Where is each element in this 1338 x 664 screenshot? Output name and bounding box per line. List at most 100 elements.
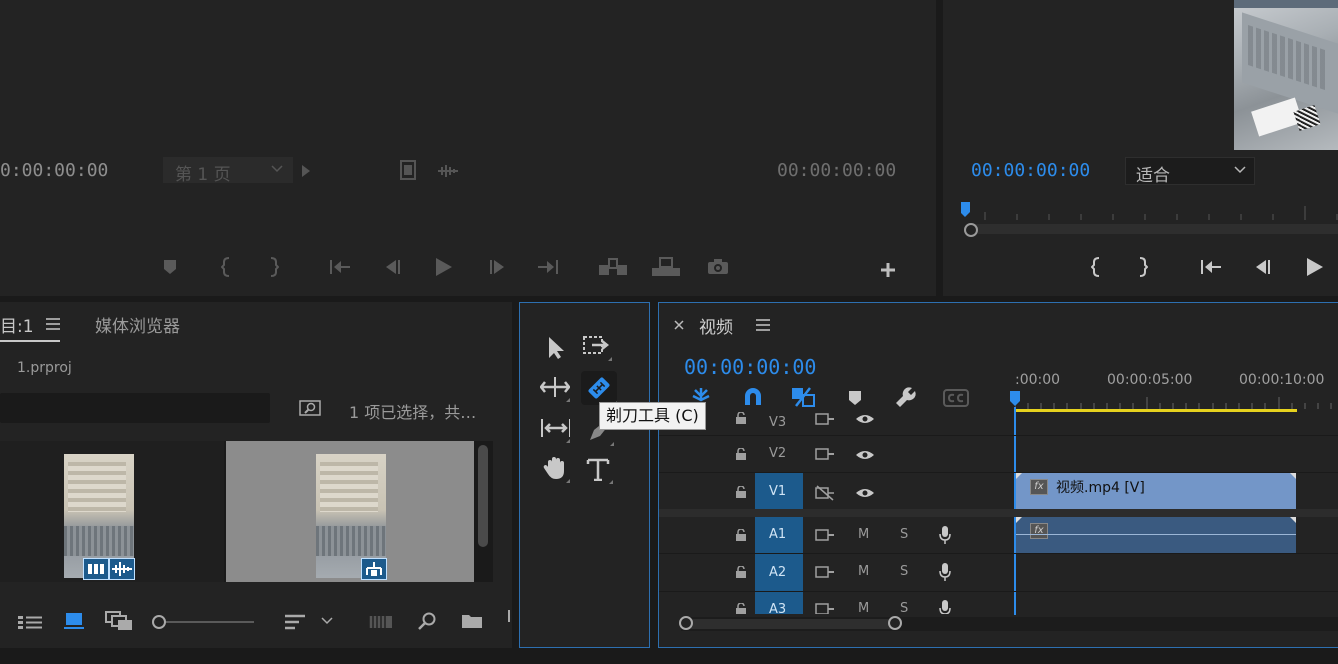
- type-tool-icon[interactable]: [583, 454, 613, 484]
- fit-select[interactable]: 适合: [1125, 157, 1255, 186]
- eye-icon[interactable]: [854, 485, 876, 501]
- media-grid-scrollbar[interactable]: [478, 445, 488, 547]
- camera-icon[interactable]: [706, 257, 730, 277]
- play-icon[interactable]: [432, 255, 456, 279]
- step-back-icon[interactable]: [1252, 257, 1274, 277]
- eye-icon[interactable]: [854, 411, 876, 427]
- lock-icon[interactable]: [733, 485, 749, 499]
- sort-icon[interactable]: [282, 612, 308, 632]
- source-timecode-left[interactable]: 0:00:00:00: [0, 160, 108, 181]
- mute-button[interactable]: M: [858, 527, 869, 542]
- captions-icon[interactable]: [941, 387, 971, 409]
- go-to-in-icon[interactable]: [328, 257, 352, 277]
- timeline-tab-title[interactable]: 视频: [699, 313, 733, 338]
- video-audio-divider[interactable]: [659, 509, 1338, 517]
- lock-icon[interactable]: [733, 447, 749, 461]
- insert-icon[interactable]: [598, 256, 628, 278]
- track-target-a2[interactable]: A2: [755, 554, 803, 591]
- add-button-icon[interactable]: [876, 258, 900, 282]
- drag-video-icon[interactable]: [398, 158, 418, 182]
- freeform-view-icon[interactable]: [104, 610, 134, 632]
- ripple-edit-tool-icon[interactable]: [540, 372, 570, 402]
- step-forward-icon[interactable]: [486, 257, 508, 277]
- menu-icon[interactable]: [46, 318, 60, 330]
- mark-in-icon[interactable]: [216, 256, 236, 278]
- timeline-zoom-bar[interactable]: [687, 619, 895, 629]
- page-select[interactable]: 第 1 页: [163, 157, 293, 185]
- media-thumbnail-sequence[interactable]: [226, 441, 474, 582]
- playhead-marker[interactable]: [1010, 391, 1020, 407]
- slip-tool-icon[interactable]: [540, 413, 570, 443]
- timeline-timecode[interactable]: 00:00:00:00: [684, 355, 816, 379]
- wrench-icon[interactable]: [893, 385, 919, 409]
- list-view-icon[interactable]: [16, 612, 44, 632]
- track-target-v1[interactable]: V1: [755, 473, 803, 511]
- add-marker-icon[interactable]: [845, 387, 865, 409]
- razor-tool-icon[interactable]: [581, 371, 617, 405]
- lock-icon[interactable]: [733, 528, 749, 542]
- go-to-in-icon[interactable]: [1199, 257, 1223, 277]
- overwrite-icon[interactable]: [651, 256, 681, 278]
- new-bin-icon[interactable]: [460, 610, 484, 632]
- solo-button[interactable]: S: [900, 527, 908, 542]
- program-scrub-track[interactable]: [971, 224, 1338, 234]
- solo-button[interactable]: S: [900, 564, 908, 579]
- search-input[interactable]: [0, 393, 270, 423]
- snap-magnet-icon[interactable]: [739, 385, 767, 409]
- tab-project[interactable]: 目:1: [0, 312, 60, 342]
- program-scrub-handle[interactable]: [964, 223, 978, 237]
- track-label-v2[interactable]: V2: [769, 446, 786, 461]
- drag-audio-icon[interactable]: [436, 162, 460, 180]
- selection-tool-icon[interactable]: [540, 333, 570, 363]
- microphone-icon[interactable]: [937, 599, 953, 614]
- sync-lock-icon[interactable]: [814, 446, 836, 462]
- audio-clip[interactable]: fx: [1016, 517, 1296, 553]
- zoom-slider-track[interactable]: [160, 621, 254, 623]
- sync-lock-icon[interactable]: [814, 527, 836, 543]
- step-back-icon[interactable]: [382, 257, 404, 277]
- program-time-ruler[interactable]: [961, 198, 1338, 220]
- video-clip[interactable]: fx 视频.mp4 [V]: [1016, 473, 1296, 509]
- track-label-v3[interactable]: V3: [769, 415, 786, 430]
- lock-icon[interactable]: [733, 565, 749, 579]
- search-icon[interactable]: [416, 610, 438, 632]
- timeline-zoom-handle-right[interactable]: [888, 616, 902, 630]
- automate-to-sequence-icon[interactable]: [368, 612, 394, 632]
- lock-icon[interactable]: [733, 411, 749, 425]
- mute-button[interactable]: M: [858, 564, 869, 579]
- sync-lock-icon[interactable]: [814, 411, 836, 427]
- add-marker-icon[interactable]: [160, 257, 180, 277]
- track-select-tool-icon[interactable]: [582, 331, 612, 361]
- play-icon[interactable]: [1303, 255, 1327, 279]
- mark-out-icon[interactable]: [1133, 256, 1153, 278]
- play-small-icon[interactable]: [299, 162, 313, 180]
- track-target-a1[interactable]: A1: [755, 517, 803, 553]
- chevron-down-icon[interactable]: [318, 614, 336, 628]
- icon-view-icon[interactable]: [62, 610, 86, 632]
- media-thumbnail-video[interactable]: [0, 441, 224, 582]
- sync-lock-icon[interactable]: [814, 564, 836, 580]
- source-timecode-right[interactable]: 00:00:00:00: [777, 160, 896, 181]
- tab-media-browser[interactable]: 媒体浏览器: [95, 312, 180, 337]
- mute-button[interactable]: M: [858, 601, 869, 614]
- mark-in-icon[interactable]: [1086, 256, 1106, 278]
- go-to-out-icon[interactable]: [536, 257, 560, 277]
- microphone-icon[interactable]: [937, 562, 953, 582]
- solo-button[interactable]: S: [900, 601, 908, 614]
- menu-icon[interactable]: [755, 318, 771, 332]
- linked-selection-icon[interactable]: [789, 385, 817, 409]
- microphone-icon[interactable]: [937, 525, 953, 545]
- zoom-slider-handle[interactable]: [152, 615, 166, 629]
- timeline-ruler[interactable]: :00:00 00:00:05:00 00:00:10:00: [1015, 367, 1338, 413]
- timeline-zoom-handle-left[interactable]: [679, 616, 693, 630]
- sync-lock-icon[interactable]: [814, 601, 836, 614]
- toggle-sync-lock-off-icon[interactable]: [814, 484, 836, 502]
- track-target-a3[interactable]: A3: [755, 592, 803, 614]
- eye-icon[interactable]: [854, 447, 876, 463]
- close-icon[interactable]: [671, 317, 687, 333]
- program-timecode[interactable]: 00:00:00:00: [971, 160, 1090, 181]
- hand-tool-icon[interactable]: [540, 453, 570, 483]
- lock-icon[interactable]: [733, 602, 749, 614]
- mark-out-icon[interactable]: [264, 256, 284, 278]
- find-bin-icon[interactable]: [298, 398, 322, 418]
